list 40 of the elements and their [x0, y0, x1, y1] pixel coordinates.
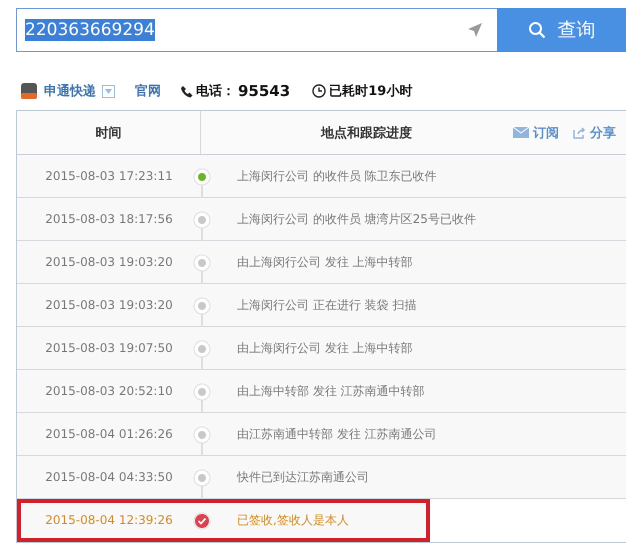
- timestamp: 2015-08-04 04:33:50: [45, 470, 173, 484]
- clock-icon: [312, 84, 326, 98]
- tracking-event: 上海闵行公司 的收件员 塘湾片区25号已收件: [237, 210, 476, 228]
- timestamp: 2015-08-03 19:03:20: [45, 298, 173, 312]
- column-header: 时间: [96, 124, 122, 142]
- mail-icon: [513, 127, 529, 138]
- timestamp: 2015-08-03 20:52:10: [45, 384, 173, 398]
- phone-number: 95543: [238, 82, 290, 100]
- tracking-event: 由上海中转部 发往 江苏南通中转部: [237, 382, 425, 400]
- tracking-event: 已签收,签收人是本人: [237, 512, 349, 528]
- tracking-event: 由江苏南通中转部 发往 江苏南通公司: [237, 426, 437, 442]
- timestamp: 2015-08-03 19:03:20: [45, 255, 173, 269]
- elapsed-time: 已耗时19小时: [329, 83, 412, 100]
- tracking-number-field[interactable]: 220363669294: [16, 8, 497, 52]
- phone-label: 电话：: [196, 83, 235, 100]
- tracking-event: 上海闵行公司 的收件员 陈卫东已收件: [237, 168, 437, 184]
- dropdown-toggle[interactable]: [102, 84, 115, 98]
- tracking-event: 由上海闵行公司 发往 上海中转部: [237, 254, 413, 270]
- search-icon: [528, 21, 546, 39]
- phone-icon: [181, 84, 193, 98]
- subscribe-link[interactable]: 订阅: [513, 124, 559, 142]
- caret-icon: [105, 88, 112, 94]
- tracking-event: 快件已到达江苏南通公司: [237, 468, 369, 486]
- share-icon: [573, 126, 586, 138]
- share-link[interactable]: 分享: [573, 124, 616, 142]
- search-button[interactable]: 查询: [497, 8, 626, 52]
- column-header: 地点和跟踪进度: [321, 124, 412, 142]
- tracking-event: 由上海闵行公司 发往 上海中转部: [237, 340, 413, 356]
- website-link[interactable]: 官网: [135, 82, 161, 100]
- carrier-link[interactable]: 申通快递: [44, 82, 96, 100]
- check-circle-icon: [193, 512, 211, 530]
- carrier-logo: [20, 82, 38, 100]
- timestamp: 2015-08-03 19:07:50: [45, 341, 173, 355]
- tracking-event: 上海闵行公司 正在进行 装袋 扫描: [237, 296, 416, 314]
- location-arrow-icon: [467, 22, 483, 38]
- tracking-number: 220363669294: [25, 19, 155, 41]
- timestamp: 2015-08-04 12:39:26: [45, 513, 173, 527]
- timestamp: 2015-08-04 01:26:26: [45, 427, 173, 441]
- timestamp: 2015-08-03 17:23:11: [45, 169, 173, 183]
- timestamp: 2015-08-03 18:17:56: [45, 212, 173, 226]
